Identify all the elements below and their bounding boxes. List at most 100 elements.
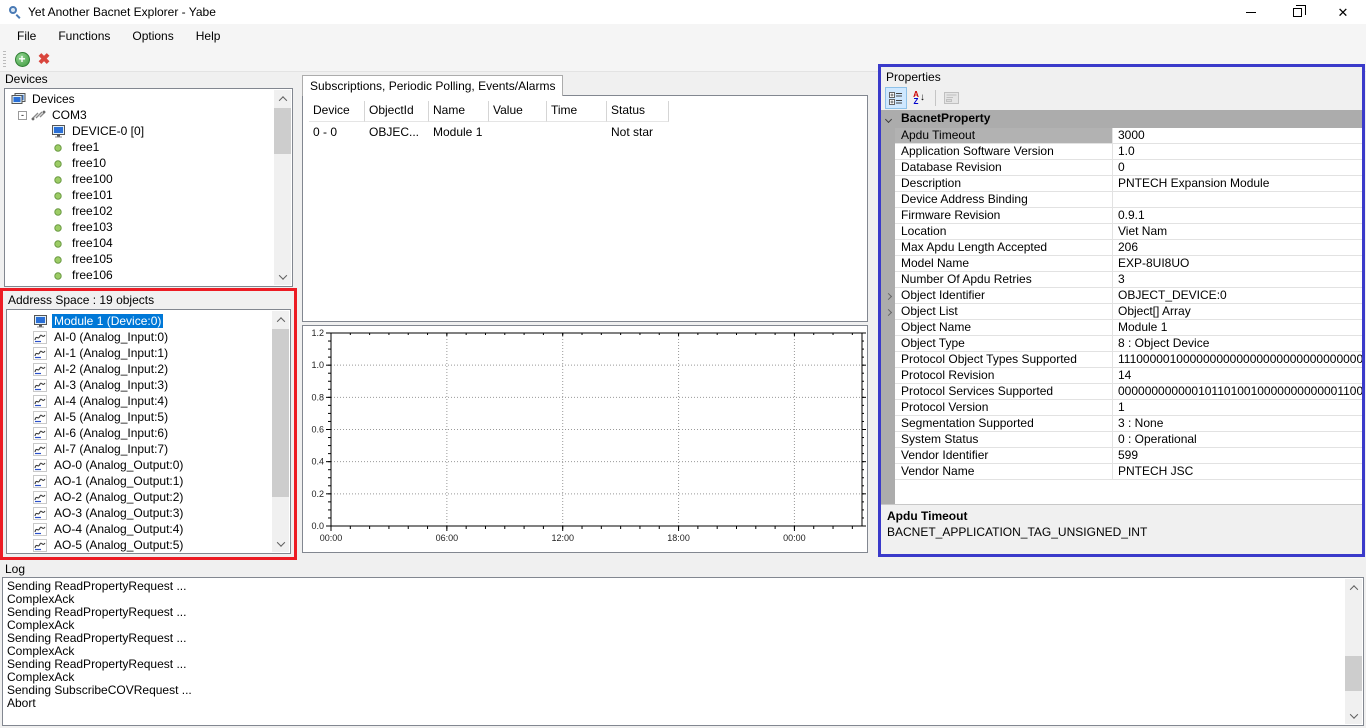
- property-value[interactable]: 3 : None: [1113, 416, 1362, 432]
- property-pages-button[interactable]: [940, 87, 962, 109]
- tree-item[interactable]: AO-0 (Analog_Output:0): [9, 457, 290, 473]
- tree-item[interactable]: AI-2 (Analog_Input:2): [9, 361, 290, 377]
- property-value[interactable]: Module 1: [1113, 320, 1362, 336]
- property-value[interactable]: 8 : Object Device: [1113, 336, 1362, 352]
- property-value[interactable]: 3000: [1113, 128, 1362, 144]
- property-value[interactable]: Viet Nam: [1113, 224, 1362, 240]
- property-row[interactable]: Database Revision0: [881, 160, 1362, 176]
- property-row[interactable]: Segmentation Supported3 : None: [881, 416, 1362, 432]
- scrollbar-thumb[interactable]: [272, 329, 289, 497]
- close-button[interactable]: ✕: [1320, 0, 1366, 24]
- property-row[interactable]: Vendor Identifier599: [881, 448, 1362, 464]
- property-value[interactable]: 14: [1113, 368, 1362, 384]
- property-row[interactable]: Protocol Version1: [881, 400, 1362, 416]
- tree-item[interactable]: AI-0 (Analog_Input:0): [9, 329, 290, 345]
- toolbar-grip[interactable]: [3, 51, 6, 67]
- tree-item[interactable]: AO-5 (Analog_Output:5): [9, 537, 290, 553]
- property-value[interactable]: 1.0: [1113, 144, 1362, 160]
- property-row[interactable]: DescriptionPNTECH Expansion Module: [881, 176, 1362, 192]
- property-row[interactable]: Device Address Binding: [881, 192, 1362, 208]
- property-value[interactable]: 0000000000001011010010000000000001100000…: [1113, 384, 1362, 400]
- tree-item[interactable]: AI-1 (Analog_Input:1): [9, 345, 290, 361]
- property-row[interactable]: Object ListObject[] Array: [881, 304, 1362, 320]
- tree-item[interactable]: free100: [7, 171, 292, 187]
- property-row[interactable]: Object NameModule 1: [881, 320, 1362, 336]
- property-row[interactable]: Application Software Version1.0: [881, 144, 1362, 160]
- column-header-objectid[interactable]: ObjectId: [365, 101, 429, 122]
- tree-item[interactable]: AO-3 (Analog_Output:3): [9, 505, 290, 521]
- add-device-button[interactable]: +: [11, 48, 33, 70]
- tree-item[interactable]: AI-4 (Analog_Input:4): [9, 393, 290, 409]
- property-row[interactable]: Vendor NamePNTECH JSC: [881, 464, 1362, 480]
- property-value[interactable]: 206: [1113, 240, 1362, 256]
- scroll-down-icon[interactable]: [272, 535, 289, 552]
- property-row[interactable]: Number Of Apdu Retries3: [881, 272, 1362, 288]
- property-row[interactable]: Max Apdu Length Accepted206: [881, 240, 1362, 256]
- property-value[interactable]: [1113, 192, 1362, 208]
- collapse-expander-icon[interactable]: -: [18, 111, 27, 120]
- tree-item[interactable]: DEVICE-0 [0]: [7, 123, 292, 139]
- tree-item[interactable]: AI-6 (Analog_Input:6): [9, 425, 290, 441]
- column-header-value[interactable]: Value: [489, 101, 547, 122]
- tab-subscriptions[interactable]: Subscriptions, Periodic Polling, Events/…: [302, 75, 563, 96]
- property-row[interactable]: Protocol Object Types Supported111000001…: [881, 352, 1362, 368]
- scroll-down-icon[interactable]: [1345, 707, 1362, 724]
- category-collapse-icon[interactable]: [881, 110, 895, 128]
- tree-item[interactable]: AO-4 (Analog_Output:4): [9, 521, 290, 537]
- tree-item[interactable]: Module 1 (Device:0): [9, 313, 290, 329]
- property-category-row[interactable]: BacnetProperty: [881, 110, 1362, 128]
- menu-item-help[interactable]: Help: [185, 26, 232, 46]
- tree-item[interactable]: AI-3 (Analog_Input:3): [9, 377, 290, 393]
- minimize-button[interactable]: [1228, 0, 1274, 24]
- expand-chevron-icon[interactable]: [881, 304, 895, 320]
- property-row[interactable]: Model NameEXP-8UI8UO: [881, 256, 1362, 272]
- scroll-up-icon[interactable]: [274, 90, 291, 107]
- address-tree-scrollbar[interactable]: [272, 311, 289, 552]
- expand-chevron-icon[interactable]: [881, 288, 895, 304]
- tree-item[interactable]: AO-2 (Analog_Output:2): [9, 489, 290, 505]
- property-value[interactable]: PNTECH JSC: [1113, 464, 1362, 480]
- property-value[interactable]: 0 : Operational: [1113, 432, 1362, 448]
- alphabetical-sort-button[interactable]: AZ↓: [908, 87, 930, 109]
- column-header-status[interactable]: Status: [607, 101, 669, 122]
- column-header-device[interactable]: Device: [309, 101, 365, 122]
- property-value[interactable]: 3: [1113, 272, 1362, 288]
- property-row[interactable]: Protocol Revision14: [881, 368, 1362, 384]
- tree-item[interactable]: free101: [7, 187, 292, 203]
- property-value[interactable]: Object[] Array: [1113, 304, 1362, 320]
- categorized-button[interactable]: [885, 87, 907, 109]
- property-row[interactable]: Apdu Timeout3000: [881, 128, 1362, 144]
- scroll-up-icon[interactable]: [272, 311, 289, 328]
- menu-item-options[interactable]: Options: [121, 26, 184, 46]
- tree-item[interactable]: free1: [7, 139, 292, 155]
- property-row[interactable]: Firmware Revision0.9.1: [881, 208, 1362, 224]
- column-header-name[interactable]: Name: [429, 101, 489, 122]
- menu-item-functions[interactable]: Functions: [47, 26, 121, 46]
- delete-button[interactable]: ✖: [33, 48, 55, 70]
- property-value[interactable]: PNTECH Expansion Module: [1113, 176, 1362, 192]
- log-scrollbar[interactable]: [1345, 579, 1362, 724]
- property-value[interactable]: 0: [1113, 160, 1362, 176]
- property-value[interactable]: 0.9.1: [1113, 208, 1362, 224]
- tree-item[interactable]: free104: [7, 235, 292, 251]
- tree-item[interactable]: free105: [7, 251, 292, 267]
- tree-item[interactable]: free102: [7, 203, 292, 219]
- menu-item-file[interactable]: File: [6, 26, 47, 46]
- property-value[interactable]: OBJECT_DEVICE:0: [1113, 288, 1362, 304]
- maximize-button[interactable]: [1274, 0, 1320, 24]
- property-row[interactable]: Object Type8 : Object Device: [881, 336, 1362, 352]
- property-value[interactable]: 1110000010000000000000000000000000000000…: [1113, 352, 1362, 368]
- tree-item[interactable]: AI-5 (Analog_Input:5): [9, 409, 290, 425]
- devices-tree-scrollbar[interactable]: [274, 90, 291, 285]
- tree-item[interactable]: AO-1 (Analog_Output:1): [9, 473, 290, 489]
- scroll-up-icon[interactable]: [1345, 579, 1362, 596]
- scrollbar-thumb[interactable]: [274, 108, 291, 154]
- tree-item[interactable]: free107: [7, 283, 292, 287]
- tree-item[interactable]: AI-7 (Analog_Input:7): [9, 441, 290, 457]
- property-row[interactable]: Protocol Services Supported0000000000001…: [881, 384, 1362, 400]
- property-row[interactable]: Object IdentifierOBJECT_DEVICE:0: [881, 288, 1362, 304]
- log-panel[interactable]: Sending ReadPropertyRequest ...ComplexAc…: [2, 577, 1364, 726]
- scroll-down-icon[interactable]: [274, 268, 291, 285]
- tree-item[interactable]: free10: [7, 155, 292, 171]
- property-row[interactable]: System Status0 : Operational: [881, 432, 1362, 448]
